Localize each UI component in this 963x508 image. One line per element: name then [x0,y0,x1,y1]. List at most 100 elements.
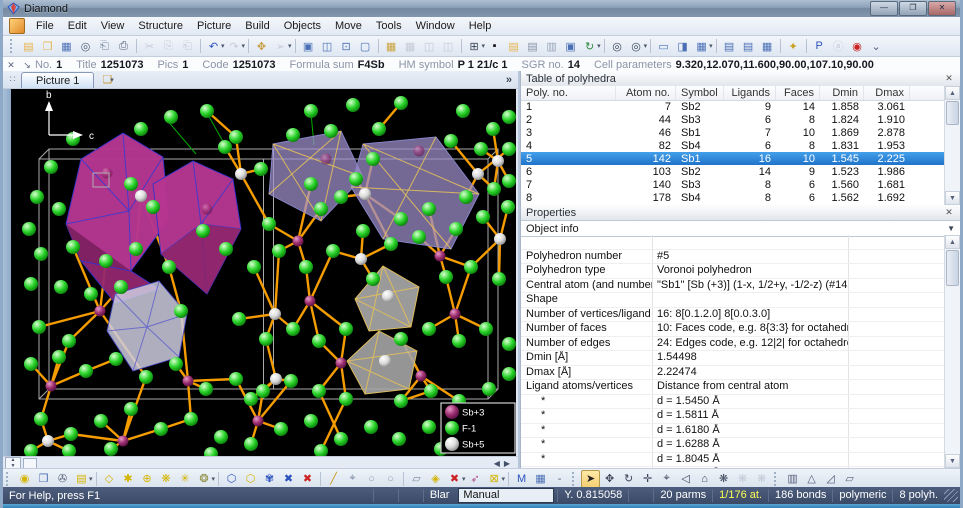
atom-f[interactable] [304,104,318,118]
atom-f[interactable] [479,322,493,336]
atom-sb3[interactable] [46,381,57,392]
table-scrollbar[interactable]: ▲ ▼ [944,86,960,205]
atom-f[interactable] [456,104,470,118]
atom-f[interactable] [169,357,183,371]
atom-sb5[interactable] [135,190,147,202]
close-button[interactable]: ✕ [928,1,956,16]
atom-sb3[interactable] [202,204,213,215]
atom-sb5[interactable] [472,168,484,180]
print-icon[interactable]: ⎙ [114,37,133,55]
table-view-icon[interactable]: ▦ [382,37,401,55]
atom-sb5[interactable] [382,290,394,302]
measure-angle-icon[interactable]: △ [802,470,821,488]
atom-sb3[interactable] [450,309,461,320]
atom-f[interactable] [464,260,478,274]
atom-f[interactable] [99,254,113,268]
mode-combobox[interactable]: Manual [458,488,554,503]
column-header-dmin[interactable]: Dmin [820,86,864,100]
scroll-up-icon[interactable]: ▲ [945,86,960,100]
atom-f[interactable] [204,447,218,456]
menu-view[interactable]: View [94,18,132,34]
pan-tool-icon[interactable]: ✥ [252,37,271,55]
atom-f[interactable] [502,110,516,124]
atom-f[interactable] [299,260,313,274]
pointer-tool-icon[interactable]: ➢ [271,37,290,55]
atom-f[interactable] [244,392,258,406]
property-row[interactable]: Number of vertices/ligand atoms16: 8[0.1… [521,308,945,323]
layout-split-icon[interactable]: ◨ [673,37,692,55]
atom-design-icon[interactable]: ◉ [15,470,34,488]
grow-cluster-dropdown[interactable]: ▾ [212,475,216,483]
infobar-close-icon[interactable]: ✕ [3,60,19,71]
bond[interactable] [455,267,471,314]
paste-icon[interactable]: ⎗ [178,37,197,55]
atom-f[interactable] [364,420,378,434]
atom-f[interactable] [474,142,488,156]
table-row[interactable]: 346Sb17101.8692.878 [521,126,945,139]
toolbar-grip[interactable] [10,39,16,53]
ring-search-icon[interactable]: ○ [362,470,381,488]
atom-f[interactable] [129,242,143,256]
atom-f[interactable] [439,270,453,284]
table-row[interactable]: 8178Sb4861.5621.692 [521,191,945,204]
menu-objects[interactable]: Objects [277,18,328,34]
atom-f[interactable] [199,382,213,396]
column-header-symbol[interactable]: Symbol [676,86,724,100]
atom-f[interactable] [334,190,348,204]
find-icon[interactable]: ◎ [76,37,95,55]
picture-mode-icon[interactable]: ▦ [531,470,550,488]
structure-window-icon[interactable]: ❒ [34,470,53,488]
menu-build[interactable]: Build [238,18,276,34]
view-back-icon[interactable]: ◁ [676,470,695,488]
menu-edit[interactable]: Edit [61,18,94,34]
atom-f[interactable] [356,224,370,238]
column-header-dmax[interactable]: Dmax [864,86,910,100]
measure-distance-icon[interactable]: ▥ [783,470,802,488]
table-row[interactable]: 6103Sb21491.5231.986 [521,165,945,178]
atom-f[interactable] [62,444,76,456]
atom-f[interactable] [154,422,168,436]
atom-f[interactable] [184,412,198,426]
atom-f[interactable] [34,412,48,426]
add-molecule-icon[interactable]: ✱ [119,470,138,488]
atom-f[interactable] [459,190,473,204]
atom-sb3[interactable] [321,154,332,165]
property-row[interactable]: *d = 1.5450 Å [521,395,945,410]
menu-tools[interactable]: Tools [369,18,409,34]
atom-f[interactable] [314,444,328,456]
atom-f[interactable] [34,247,48,261]
atom-f[interactable] [366,272,380,286]
atom-f[interactable] [162,260,176,274]
atom-f[interactable] [349,172,363,186]
zoom-mode-icon[interactable]: ⌖ [657,470,676,488]
new-picture-tab-button[interactable]: ❏▾ [102,73,113,86]
atom-f[interactable] [174,304,188,318]
column-header-faces[interactable]: Faces [776,86,820,100]
atom-f[interactable] [324,124,338,138]
property-row[interactable]: Number of edges24: Edges code, e.g. 12|2… [521,337,945,352]
atom-f[interactable] [44,160,58,174]
atom-f[interactable] [229,130,243,144]
toolbar-grip[interactable] [572,472,578,486]
build-network-icon[interactable]: ✳ [176,470,195,488]
tab-grid-icon[interactable]: ∷ [3,74,21,85]
picture-new-icon[interactable]: ▤ [504,37,523,55]
atom-f[interactable] [84,287,98,301]
cell-edges-icon[interactable]: ▱ [407,470,426,488]
scroll-right-icon[interactable]: ▶ [504,459,510,468]
window-restore-icon[interactable]: ⊡ [337,37,356,55]
atom-f[interactable] [476,210,490,224]
atom-f[interactable] [244,437,258,451]
atom-f[interactable] [30,190,44,204]
atom-f[interactable] [501,200,515,214]
destroy-fragments-icon[interactable]: ✖ [298,470,317,488]
atom-f[interactable] [24,444,38,456]
bond[interactable] [275,251,279,314]
build-fragment-icon[interactable]: ❋ [157,470,176,488]
walk-mode-icon[interactable]: ❋ [733,470,752,488]
atom-f[interactable] [109,352,123,366]
resize-grip[interactable] [944,489,958,502]
atom-f[interactable] [284,374,298,388]
auto-build-icon[interactable]: ✇ [53,470,72,488]
atom-f[interactable] [346,98,360,112]
